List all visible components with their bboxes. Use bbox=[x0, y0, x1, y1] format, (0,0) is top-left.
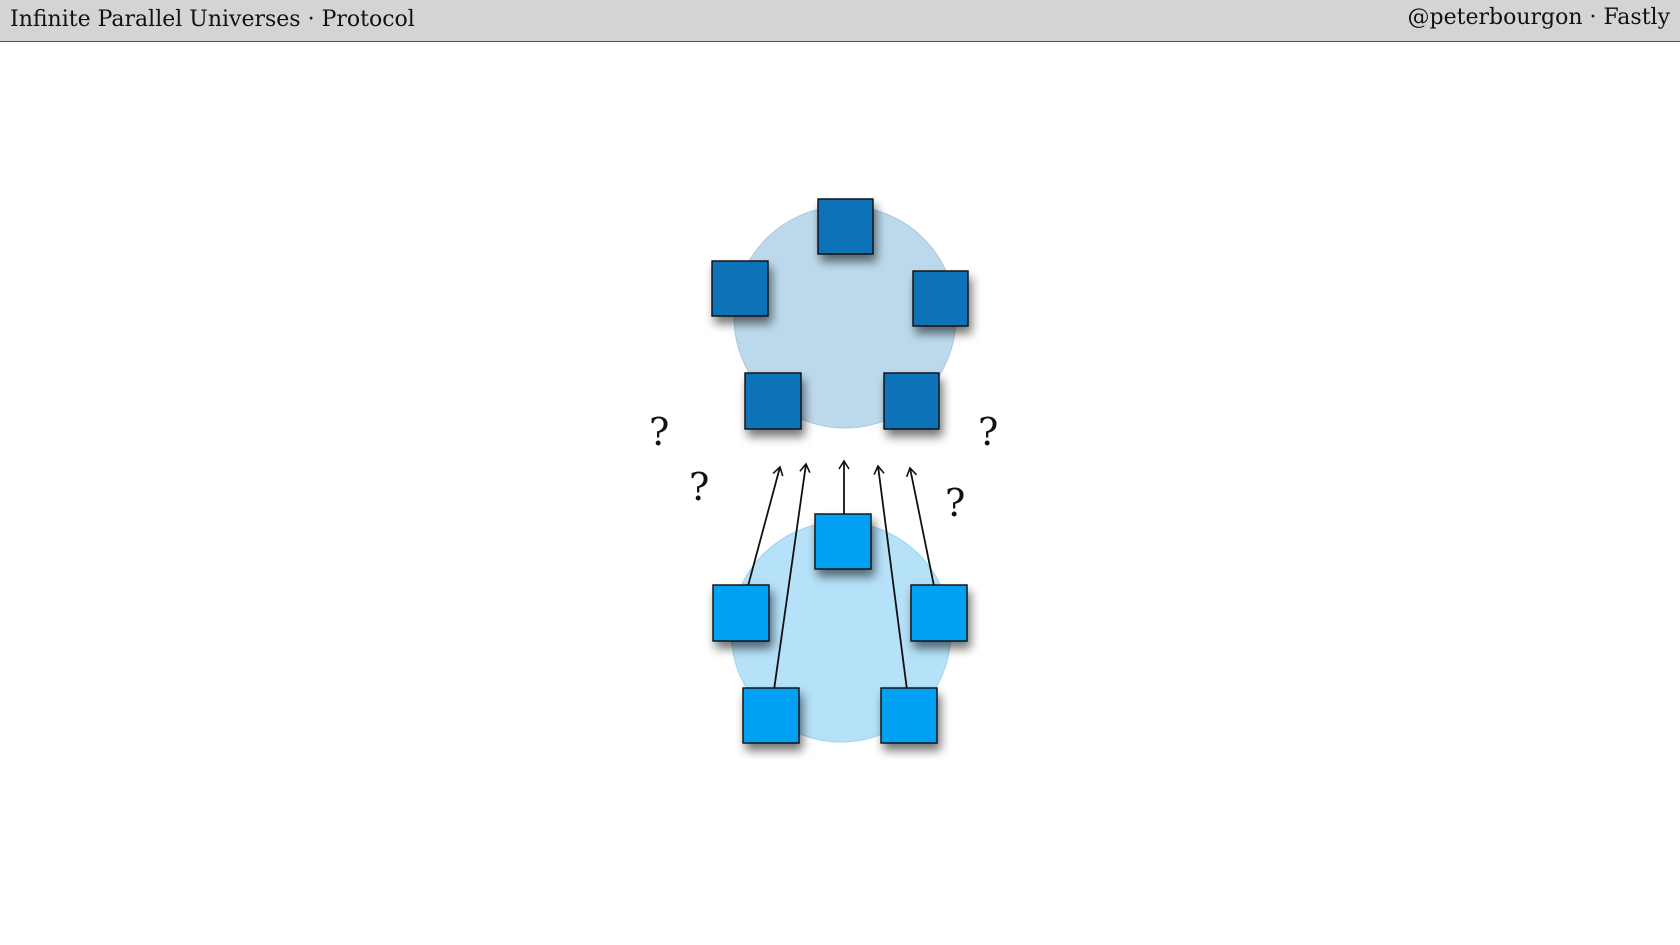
upper-node bbox=[711, 260, 769, 317]
upper-node bbox=[912, 270, 969, 327]
question-mark: ? bbox=[945, 481, 965, 525]
upper-node bbox=[744, 372, 802, 430]
lower-node bbox=[910, 584, 968, 642]
lower-node bbox=[712, 584, 770, 642]
upper-node bbox=[817, 198, 874, 255]
question-mark: ? bbox=[978, 410, 998, 454]
question-mark: ? bbox=[649, 410, 669, 454]
question-mark: ? bbox=[689, 465, 709, 509]
lower-node bbox=[814, 513, 872, 570]
cluster-diagram: ? ? ? ? bbox=[649, 198, 998, 744]
upper-node bbox=[883, 372, 940, 430]
lower-node bbox=[880, 687, 938, 744]
lower-node bbox=[742, 687, 800, 744]
